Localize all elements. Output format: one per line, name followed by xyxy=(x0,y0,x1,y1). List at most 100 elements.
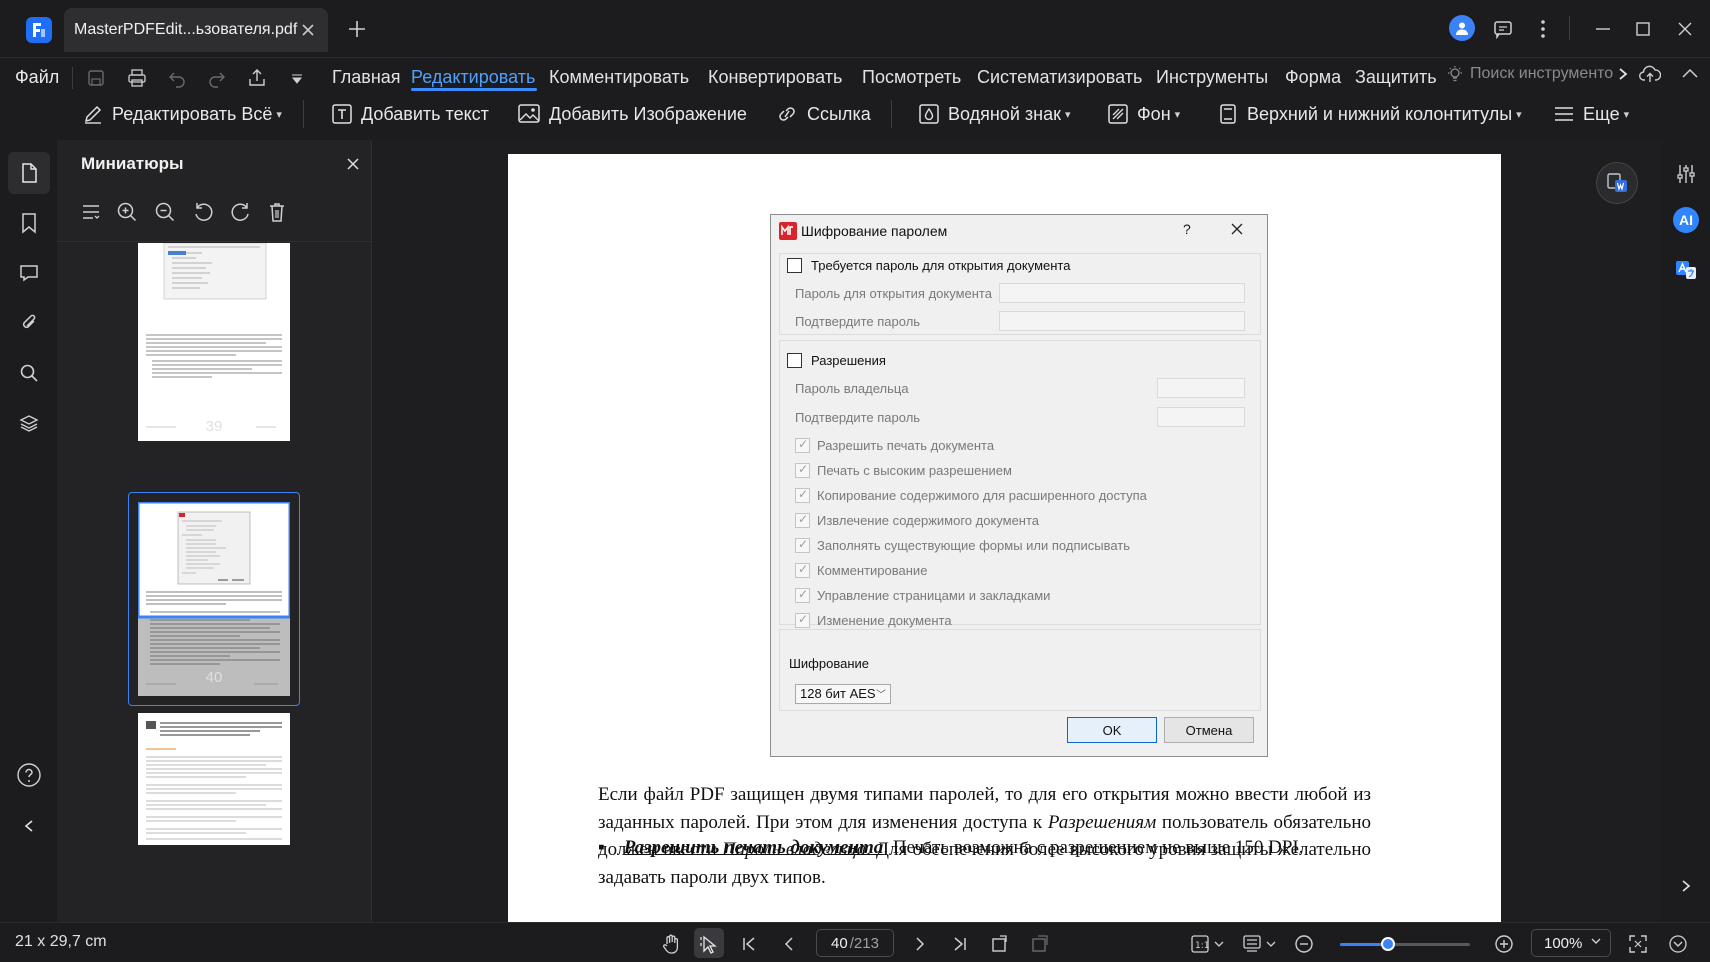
active-menu-indicator xyxy=(411,88,537,91)
pencil-icon xyxy=(82,103,104,125)
close-window-icon[interactable] xyxy=(1670,14,1700,44)
menu-divider xyxy=(72,67,73,89)
chevron-down-icon: ▾ xyxy=(1516,108,1522,121)
background-label: Фон xyxy=(1137,103,1171,124)
maximize-icon[interactable] xyxy=(1628,14,1658,44)
header-footer-button[interactable]: Верхний и нижний колонтитулы ▾ xyxy=(1217,102,1522,126)
undo-icon[interactable] xyxy=(166,67,188,89)
zoom-slider[interactable] xyxy=(1340,937,1470,951)
app-logo-icon xyxy=(779,222,797,240)
feedback-icon[interactable] xyxy=(1488,14,1518,44)
layers-icon xyxy=(19,413,39,433)
rotate-right-icon[interactable] xyxy=(229,200,253,224)
image-icon xyxy=(517,103,541,125)
more-tools-button[interactable]: Еще ▾ xyxy=(1553,102,1629,126)
page-thumbnail[interactable] xyxy=(138,713,290,845)
new-tab-icon[interactable] xyxy=(346,18,368,40)
pages-panel-button[interactable] xyxy=(8,152,50,194)
page-number-label: 39 xyxy=(205,418,223,435)
menu-organize[interactable]: Систематизировать xyxy=(977,67,1142,88)
rotate-left-icon[interactable] xyxy=(191,200,215,224)
save-icon[interactable] xyxy=(85,67,107,89)
search-panel-button[interactable] xyxy=(8,352,50,394)
convert-to-word-button[interactable] xyxy=(1596,162,1638,204)
quick-access-dropdown-icon[interactable] xyxy=(286,67,308,89)
thumbnails-title: Миниатюры xyxy=(81,154,184,173)
add-image-button[interactable]: Добавить Изображение xyxy=(517,102,747,126)
menu-tools[interactable]: Инструменты xyxy=(1156,67,1268,88)
edit-all-button[interactable]: Редактировать Всё ▾ xyxy=(82,102,282,126)
menu-home[interactable]: Главная xyxy=(332,67,401,88)
share-icon[interactable] xyxy=(246,67,268,89)
expand-status-icon[interactable] xyxy=(1667,933,1689,955)
close-panel-icon[interactable] xyxy=(343,154,363,174)
menu-view[interactable]: Посмотреть xyxy=(862,67,961,88)
next-page-icon[interactable] xyxy=(909,933,931,955)
collapse-ribbon-icon[interactable] xyxy=(1678,62,1702,86)
thumbnail-options-icon[interactable] xyxy=(79,200,103,224)
owner-password-field xyxy=(1157,378,1245,398)
tool-search-field[interactable]: Поиск инструменто xyxy=(1446,60,1629,88)
close-icon xyxy=(1229,221,1245,237)
page-thumbnail-selected[interactable] xyxy=(138,502,290,696)
encryption-label: Шифрование xyxy=(789,656,869,671)
delete-page-icon[interactable] xyxy=(265,200,289,224)
page-thumbnail[interactable] xyxy=(138,243,290,441)
properties-button[interactable] xyxy=(1670,158,1702,190)
help-button[interactable] xyxy=(8,754,50,796)
crop-icon[interactable] xyxy=(1029,933,1051,955)
attachments-panel-button[interactable] xyxy=(8,302,50,344)
current-page: 40 xyxy=(831,934,848,952)
more-vertical-icon[interactable] xyxy=(1528,14,1558,44)
chevron-right-icon[interactable] xyxy=(1617,67,1629,81)
user-avatar-icon[interactable] xyxy=(1449,15,1475,41)
zoom-in-icon[interactable] xyxy=(1493,933,1515,955)
close-tab-icon[interactable] xyxy=(298,20,318,40)
print-icon[interactable] xyxy=(126,67,148,89)
redo-icon[interactable] xyxy=(206,67,228,89)
zoom-level-select[interactable]: 100% xyxy=(1531,929,1611,957)
menu-edit[interactable]: Редактировать xyxy=(411,67,535,88)
minimize-icon[interactable] xyxy=(1588,14,1618,44)
zoom-out-icon[interactable] xyxy=(153,200,177,224)
open-password-label: Пароль для открытия документа xyxy=(795,286,992,301)
document-tab[interactable]: MasterPDFEdit...ьзователя.pdf xyxy=(64,8,328,52)
zoom-out-icon[interactable] xyxy=(1293,933,1315,955)
menu-form[interactable]: Форма xyxy=(1285,67,1341,88)
chevron-down-icon: ▾ xyxy=(1623,108,1630,121)
zoom-slider-handle[interactable] xyxy=(1381,937,1396,951)
confirm-password-label: Подтвердите пароль xyxy=(795,314,921,329)
watermark-drop-icon xyxy=(918,103,940,125)
fullscreen-icon[interactable] xyxy=(1627,933,1649,955)
permission-label: Извлечение содержимого документа xyxy=(817,513,1040,528)
last-page-icon[interactable] xyxy=(949,933,971,955)
rotate-view-icon[interactable] xyxy=(989,933,1011,955)
page-fit-dropdown[interactable]: 1:1 xyxy=(1190,933,1226,955)
page-layout-dropdown[interactable] xyxy=(1242,933,1278,955)
link-button[interactable]: Ссылка xyxy=(775,102,871,126)
zoom-in-icon[interactable] xyxy=(115,200,139,224)
chevron-down-icon: ﹀ xyxy=(876,690,886,701)
comments-panel-button[interactable] xyxy=(8,252,50,294)
collapse-sidebar-button[interactable] xyxy=(8,805,50,847)
watermark-button[interactable]: Водяной знак ▾ xyxy=(918,102,1071,126)
expand-right-panel-button[interactable] xyxy=(1670,870,1702,902)
background-button[interactable]: Фон ▾ xyxy=(1107,102,1180,126)
first-page-icon[interactable] xyxy=(738,933,760,955)
menu-protect[interactable]: Защитить xyxy=(1355,67,1437,88)
hand-tool-icon[interactable] xyxy=(660,933,682,955)
menu-convert[interactable]: Конвертировать xyxy=(708,67,842,88)
menu-file[interactable]: Файл xyxy=(15,67,59,88)
ai-assistant-button[interactable]: AI xyxy=(1670,204,1702,236)
layers-panel-button[interactable] xyxy=(8,402,50,444)
bookmarks-panel-button[interactable] xyxy=(8,202,50,244)
menu-comment[interactable]: Комментировать xyxy=(549,67,689,88)
chevron-down-icon: ▾ xyxy=(1064,108,1071,121)
translate-button[interactable] xyxy=(1670,254,1702,286)
page-bullet-item: ▪ Разрешить печать документа. Печать воз… xyxy=(598,837,1304,859)
select-cursor-icon[interactable] xyxy=(698,933,720,955)
cloud-upload-icon[interactable] xyxy=(1638,62,1662,86)
page-number-input[interactable]: 40 /213 xyxy=(816,929,894,957)
add-text-button[interactable]: Добавить текст xyxy=(331,102,489,126)
previous-page-icon[interactable] xyxy=(778,933,800,955)
